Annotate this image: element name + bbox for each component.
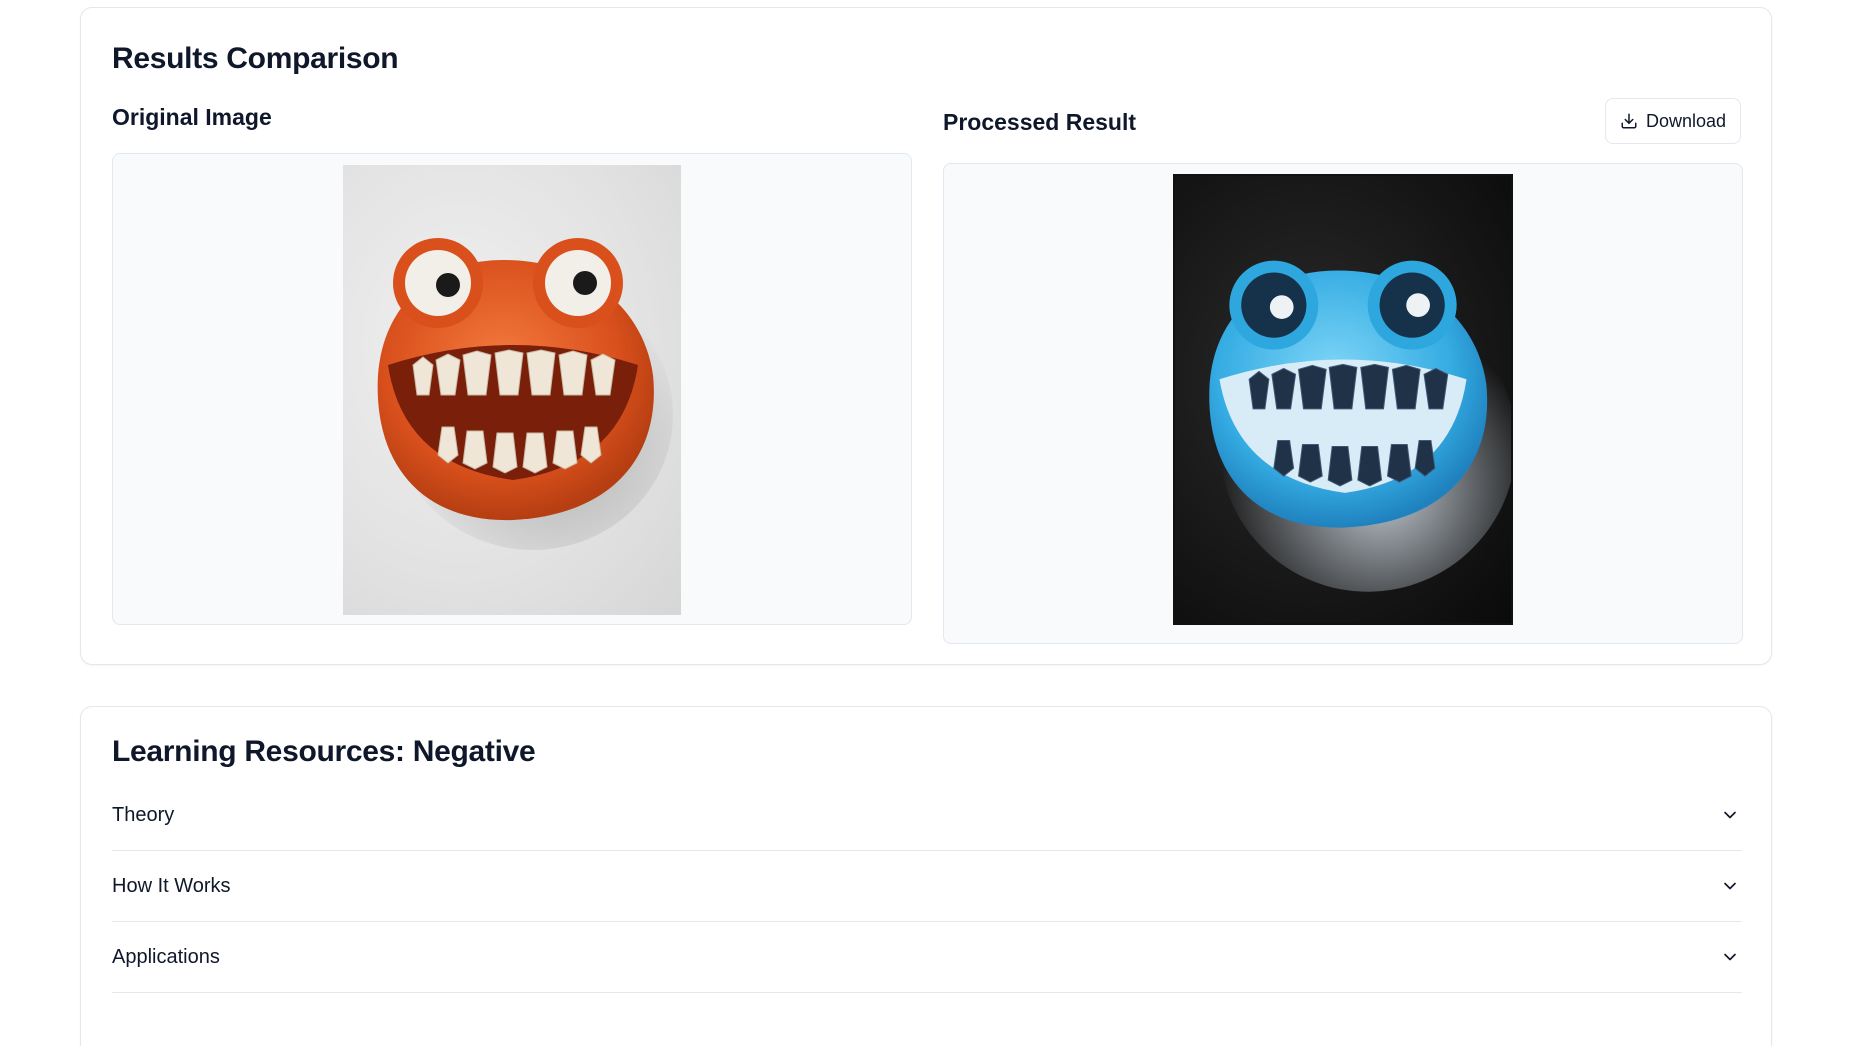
chevron-down-icon [1724, 811, 1736, 819]
processed-result-label: Processed Result [943, 109, 1137, 135]
processed-image-frame [943, 163, 1743, 644]
original-image-frame [112, 153, 912, 625]
blue-negative-face-illustration [1209, 260, 1511, 592]
processed-image[interactable] [1173, 174, 1513, 625]
chevron-down-icon [1724, 953, 1736, 961]
results-comparison-card: Results Comparison Original Image Proces… [80, 7, 1772, 665]
original-image-label: Original Image [112, 104, 272, 130]
accordion-item-how-it-works[interactable]: How It Works [112, 851, 1742, 922]
orange-grinning-face-illustration [377, 238, 673, 550]
download-icon [1621, 113, 1637, 129]
learning-title: Learning Resources: Negative [112, 735, 536, 768]
accordion-item-theory[interactable]: Theory [112, 780, 1742, 851]
accordion-label: Applications [112, 945, 220, 968]
accordion-label: Theory [112, 803, 175, 826]
download-label: Download [1645, 110, 1727, 131]
results-title: Results Comparison [112, 42, 399, 75]
chevron-down-icon [1724, 882, 1736, 890]
original-image[interactable] [343, 165, 681, 615]
accordion-label: How It Works [112, 874, 231, 897]
download-button[interactable]: Download [1605, 98, 1741, 144]
learning-resources-card: Learning Resources: Negative Theory How … [80, 706, 1772, 1046]
accordion-item-applications[interactable]: Applications [112, 922, 1742, 993]
